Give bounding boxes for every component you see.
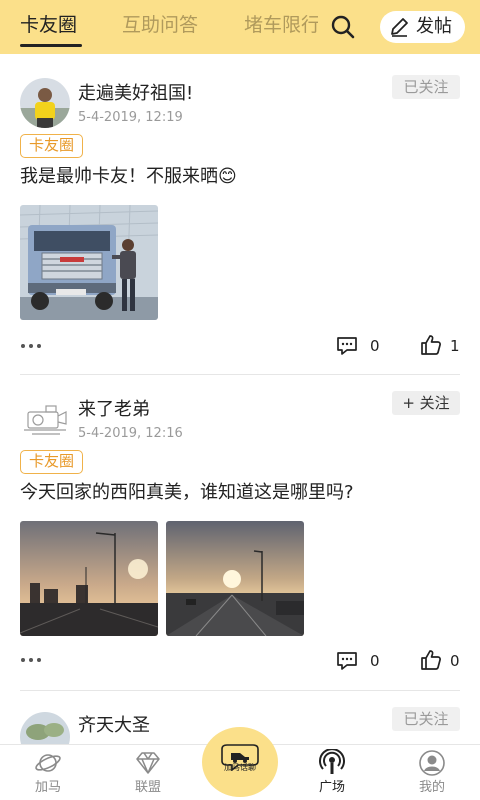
follow-button[interactable]: 已关注: [392, 75, 460, 99]
post-divider: [20, 374, 460, 375]
nav-label: 加马: [34, 780, 61, 795]
username[interactable]: 来了老弟: [78, 398, 150, 422]
username[interactable]: 走遍美好祖国!: [78, 82, 193, 106]
planet-icon: [35, 754, 61, 772]
comment-count: 0: [370, 652, 380, 670]
comment-icon[interactable]: [336, 335, 358, 357]
post-time: 5-4-2019, 12:19: [78, 110, 183, 125]
nav-item-jiama[interactable]: 加马: [8, 745, 88, 800]
post-button-label: 发帖: [416, 16, 452, 37]
nav-label: 我的: [418, 780, 445, 795]
username[interactable]: 齐天大圣: [78, 714, 150, 738]
avatar[interactable]: [20, 712, 70, 744]
top-header: 卡友圈 互助问答 堵车限行 发帖: [0, 0, 480, 54]
feed-post: 走遍美好祖国! 5-4-2019, 12:19 已关注 卡友圈 我是最帅卡友！不…: [0, 54, 480, 376]
thumbs-up-icon[interactable]: [420, 334, 442, 356]
comment-icon[interactable]: [336, 650, 358, 672]
thumbs-up-icon[interactable]: [420, 649, 442, 671]
comment-count: 0: [370, 337, 380, 355]
nav-label: 联盟: [134, 780, 161, 795]
avatar[interactable]: [20, 78, 70, 128]
tab-huzhu-wenda[interactable]: 互助问答: [122, 12, 198, 38]
search-button[interactable]: [326, 11, 360, 43]
post-divider: [20, 690, 460, 691]
center-button-label: 加马话聊: [224, 763, 256, 772]
follow-button[interactable]: + 关注: [392, 391, 460, 415]
post-photo[interactable]: [20, 521, 158, 636]
search-icon: [331, 15, 355, 39]
feed-post: 来了老弟 5-4-2019, 12:16 + 关注 卡友圈 今天回家的西阳真美，…: [0, 376, 480, 692]
avatar[interactable]: [20, 394, 70, 444]
nav-item-lianmeng[interactable]: 联盟: [108, 745, 188, 800]
pencil-icon: [391, 18, 408, 37]
profile-icon: [419, 750, 445, 776]
post-button[interactable]: 发帖: [380, 11, 465, 43]
nav-item-wode[interactable]: 我的: [392, 745, 472, 800]
diamond-icon: [136, 752, 160, 774]
post-photo[interactable]: [166, 521, 304, 636]
nav-item-guangchang[interactable]: 广场: [292, 745, 372, 800]
more-options-icon[interactable]: [20, 656, 42, 664]
jiama-chat-button[interactable]: 加马话聊: [202, 727, 278, 797]
post-content: 今天回家的西阳真美，谁知道这是哪里吗?: [20, 482, 354, 503]
post-time: 5-4-2019, 12:16: [78, 426, 183, 441]
broadcast-icon: [319, 749, 345, 774]
tab-kayouquan[interactable]: 卡友圈: [20, 12, 77, 38]
tab-duche-xianxing[interactable]: 堵车限行: [244, 12, 318, 38]
post-photo[interactable]: [20, 205, 158, 320]
active-tab-indicator: [20, 44, 82, 47]
follow-button[interactable]: 已关注: [392, 707, 460, 731]
topic-tag[interactable]: 卡友圈: [20, 450, 84, 474]
like-count: 1: [450, 337, 460, 355]
more-options-icon[interactable]: [20, 342, 42, 350]
topic-tag[interactable]: 卡友圈: [20, 134, 84, 158]
post-content: 我是最帅卡友！不服来晒😊: [20, 166, 237, 187]
nav-label: 广场: [318, 780, 345, 795]
like-count: 0: [450, 652, 460, 670]
